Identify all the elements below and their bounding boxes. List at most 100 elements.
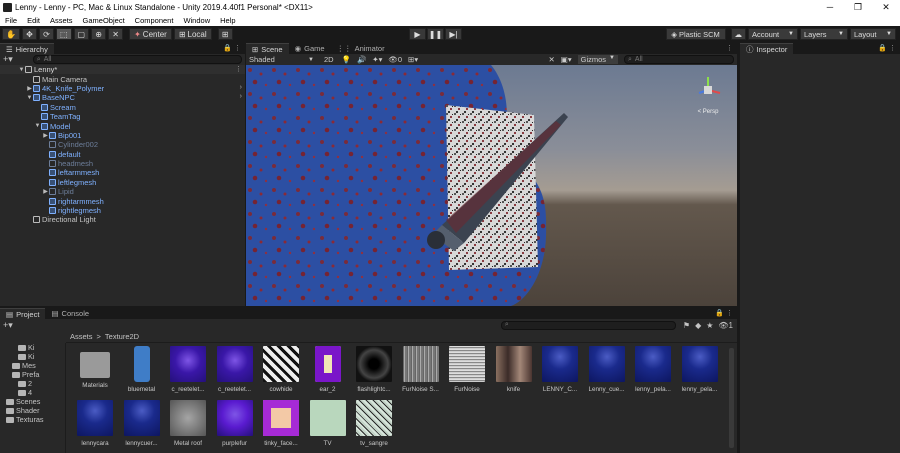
texture-asset[interactable]: flashlightc...	[353, 346, 395, 398]
expand-toggle-icon[interactable]: ▶	[26, 85, 33, 92]
texture-asset[interactable]: cowhide	[260, 346, 302, 398]
rect-tool-icon[interactable]: ▢	[73, 28, 90, 40]
texture-asset[interactable]: lennycuer...	[121, 400, 163, 452]
breadcrumb-texture2d[interactable]: Texture2D	[105, 332, 139, 341]
grid-icon[interactable]: ⊞▾	[408, 55, 418, 64]
panel-menu-icon[interactable]: 🔒 ⋮	[223, 44, 241, 52]
hierarchy-item[interactable]: leftlegmesh	[0, 178, 245, 187]
folder-tree-item[interactable]: Scenes	[0, 397, 65, 406]
texture-asset[interactable]: purplefur	[214, 400, 256, 452]
space-toggle-button[interactable]: ⊞ Local	[173, 28, 212, 40]
hand-tool-icon[interactable]: ✋	[2, 28, 20, 40]
light-icon[interactable]: 💡	[342, 55, 351, 64]
hierarchy-item[interactable]: Scream	[0, 103, 245, 112]
effects-icon[interactable]: ✦▾	[372, 55, 382, 64]
hierarchy-item[interactable]: TeamTag	[0, 112, 245, 121]
hierarchy-item[interactable]: Cylinder002	[0, 140, 245, 149]
tools-icon[interactable]: ✕	[548, 55, 554, 64]
texture-asset[interactable]: TV	[307, 400, 349, 452]
filter-label-icon[interactable]: ◆	[695, 321, 701, 330]
panel-menu-icon[interactable]: 🔒 ⋮	[878, 44, 896, 52]
panel-menu-icon[interactable]: 🔒 ⋮	[715, 309, 733, 317]
rotate-tool-icon[interactable]: ⟳	[38, 28, 54, 40]
scale-tool-icon[interactable]: ⬚	[55, 28, 72, 40]
hierarchy-search-input[interactable]: ⌕ All	[32, 55, 242, 64]
close-button[interactable]: ✕	[872, 2, 900, 13]
texture-asset[interactable]: tinky_face...	[260, 400, 302, 452]
hierarchy-item[interactable]: ▶ Bip001	[0, 131, 245, 140]
hidden-icon[interactable]: 👁0	[388, 55, 402, 64]
folder-tree-item[interactable]: Ki	[0, 343, 65, 352]
scene-search-input[interactable]: ⌕ All	[624, 55, 734, 64]
layers-dropdown[interactable]: Layers ▼	[800, 28, 848, 40]
hierarchy-item[interactable]: ▼ BaseNPC ›	[0, 93, 245, 102]
menu-component[interactable]: Component	[130, 16, 179, 25]
expand-toggle-icon[interactable]: ▼	[34, 123, 41, 129]
add-icon[interactable]: +▾	[3, 320, 13, 331]
menu-window[interactable]: Window	[178, 16, 215, 25]
folder-tree-item[interactable]: Mes	[0, 361, 65, 370]
menu-assets[interactable]: Assets	[45, 16, 78, 25]
texture-asset[interactable]: lenny_pela...	[632, 346, 674, 398]
cloud-icon[interactable]: ☁	[730, 28, 746, 40]
texture-asset[interactable]: Lenny_cue...	[586, 346, 628, 398]
audio-icon[interactable]: 🔊	[357, 55, 366, 64]
more-icon[interactable]: ⋮	[235, 65, 242, 73]
play-button[interactable]: ▶	[409, 28, 426, 40]
hierarchy-item[interactable]: default	[0, 150, 245, 159]
texture-asset[interactable]: FurNoise S...	[400, 346, 442, 398]
texture-asset[interactable]: LENNY_C...	[539, 346, 581, 398]
folder-tree-item[interactable]: 2	[0, 379, 65, 388]
camera-icon[interactable]: ▣▾	[561, 55, 572, 64]
expand-toggle-icon[interactable]: ▼	[26, 95, 33, 101]
texture-asset[interactable]: c_reetelet...	[167, 346, 209, 398]
tab-inspector[interactable]: ⓘ Inspector	[740, 43, 794, 54]
scene-viewport[interactable]: < Persp	[246, 65, 737, 306]
shading-mode-dropdown[interactable]: Shaded ▼	[249, 55, 314, 64]
hierarchy-item[interactable]: ▼ Lenny* ⋮	[0, 65, 245, 75]
menu-file[interactable]: File	[0, 16, 22, 25]
hidden-packages-icon[interactable]: 👁1	[718, 321, 733, 330]
texture-asset[interactable]: Metal roof	[167, 400, 209, 452]
menu-gameobject[interactable]: GameObject	[78, 16, 130, 25]
asset-scrollbar[interactable]	[729, 348, 734, 448]
move-tool-icon[interactable]: ✥	[21, 28, 37, 40]
breadcrumb-assets[interactable]: Assets	[70, 332, 93, 341]
texture-asset[interactable]: bluemetal	[121, 346, 163, 398]
gizmos-dropdown[interactable]: Gizmos ▼	[577, 55, 618, 64]
hierarchy-item[interactable]: leftarmmesh	[0, 168, 245, 177]
orientation-gizmo-icon[interactable]: < Persp	[691, 73, 725, 115]
tab-hierarchy[interactable]: ☰ Hierarchy	[0, 43, 54, 54]
layout-dropdown[interactable]: Layout ▼	[850, 28, 896, 40]
project-search-input[interactable]: ⌕	[500, 320, 676, 330]
filter-type-icon[interactable]: ⚑	[683, 321, 690, 330]
tab-game[interactable]: ◉ Game	[288, 43, 331, 54]
plastic-scm-button[interactable]: ◈ Plastic SCM	[665, 28, 726, 40]
maximize-button[interactable]: ❐	[844, 2, 872, 13]
pause-button[interactable]: ❚❚	[427, 28, 444, 40]
texture-asset[interactable]: ear_2	[307, 346, 349, 398]
add-icon[interactable]: +▾	[3, 54, 13, 65]
expand-toggle-icon[interactable]: ▶	[42, 132, 49, 139]
tab-project[interactable]: ▤ Project	[0, 308, 46, 319]
hierarchy-item[interactable]: ▶ 4K_Knife_Polymer ›	[0, 84, 245, 93]
folder-tree-item[interactable]: 4	[0, 388, 65, 397]
menu-help[interactable]: Help	[215, 16, 240, 25]
favorite-icon[interactable]: ★	[706, 321, 713, 330]
panel-menu-icon[interactable]: ⋮	[726, 44, 733, 52]
hierarchy-item[interactable]: Directional Light	[0, 215, 245, 224]
hierarchy-item[interactable]: ▶ Lipid	[0, 187, 245, 196]
pivot-toggle-button[interactable]: ✦ Center	[129, 28, 172, 40]
step-button[interactable]: ▶|	[445, 28, 462, 40]
texture-asset[interactable]: knife	[493, 346, 535, 398]
expand-toggle-icon[interactable]: ▶	[42, 188, 49, 195]
expand-toggle-icon[interactable]: ▼	[18, 67, 25, 73]
texture-asset[interactable]: tv_sangre	[353, 400, 395, 452]
folder-asset[interactable]: Materials	[74, 346, 116, 398]
menu-edit[interactable]: Edit	[22, 16, 45, 25]
texture-asset[interactable]: FurNoise	[446, 346, 488, 398]
transform-tool-icon[interactable]: ⊕	[91, 28, 107, 40]
custom-tool-icon[interactable]: ✕	[108, 28, 124, 40]
2d-toggle[interactable]: 2D	[324, 55, 334, 64]
texture-asset[interactable]: lennycara	[74, 400, 116, 452]
